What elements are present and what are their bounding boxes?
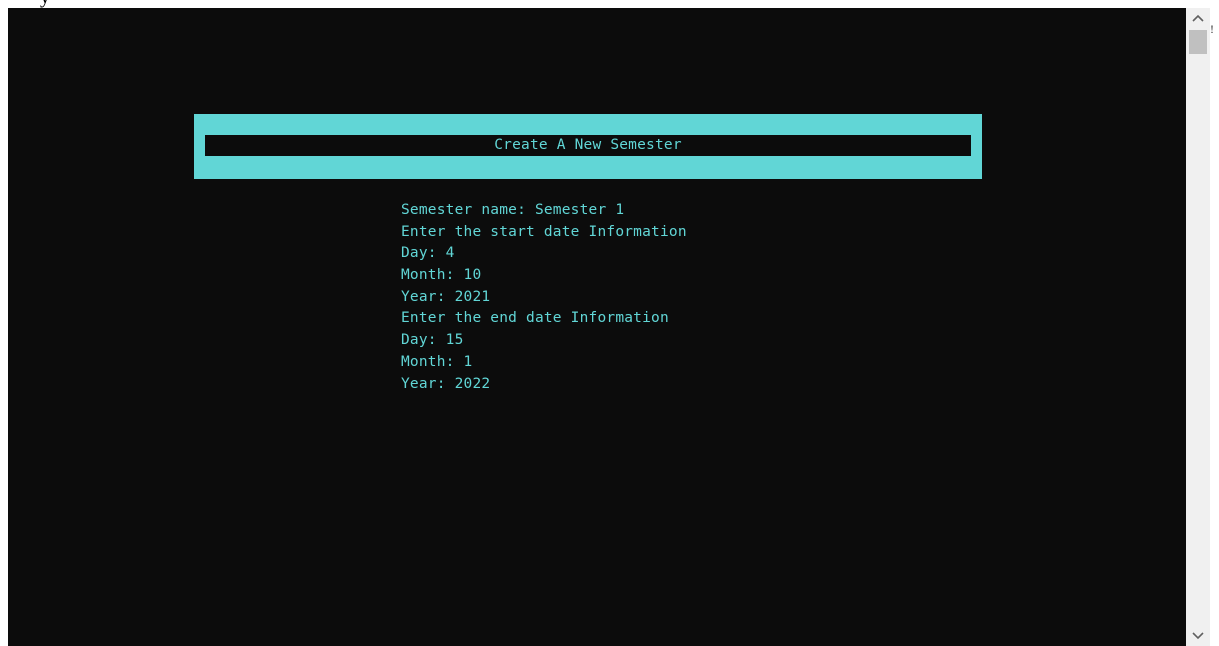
end-year-line: Year: 2022 xyxy=(401,375,491,392)
page: y Create A New Semester Semester name: S… xyxy=(0,0,1219,646)
start-year-line: Year: 2021 xyxy=(401,288,491,305)
end-date-prompt: Enter the end date Information xyxy=(401,310,669,327)
document-edge-mark: ! xyxy=(1210,22,1214,36)
start-date-prompt: Enter the start date Information xyxy=(401,223,687,240)
document-text-fragment: y xyxy=(40,0,50,8)
semester-name-line: Semester name: Semester 1 xyxy=(401,202,625,218)
vertical-scrollbar[interactable] xyxy=(1186,8,1210,646)
chevron-up-icon[interactable] xyxy=(1186,8,1210,28)
title-banner: Create A New Semester xyxy=(194,114,982,179)
scrollbar-thumb[interactable] xyxy=(1189,30,1207,54)
console-window[interactable]: Create A New Semester Semester name: Sem… xyxy=(8,8,1186,646)
start-month-line: Month: 10 xyxy=(401,267,482,284)
page-title: Create A New Semester xyxy=(205,135,971,156)
document-top-strip: y xyxy=(0,0,1186,8)
document-right-edge: ! xyxy=(1210,0,1219,646)
end-month-line: Month: 1 xyxy=(401,353,473,370)
semester-form-output: Semester name: Semester 1 Enter the star… xyxy=(401,200,687,395)
end-day-line: Day: 15 xyxy=(401,332,464,349)
chevron-down-icon[interactable] xyxy=(1186,626,1210,646)
start-day-line: Day: 4 xyxy=(401,245,455,262)
